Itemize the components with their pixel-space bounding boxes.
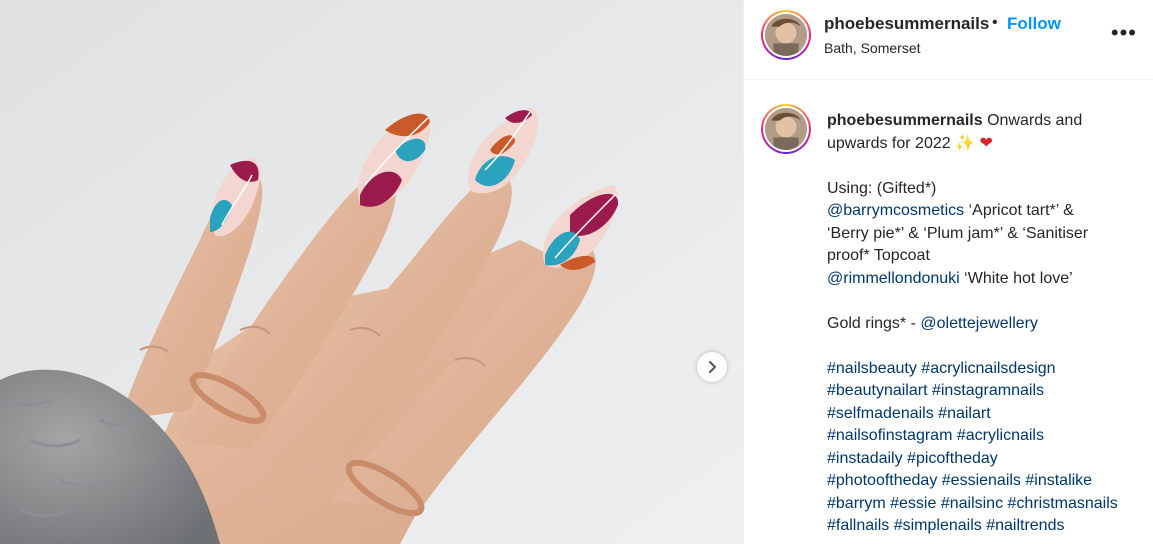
caption-using: Using: (Gifted*) [827,179,937,197]
hashtag-line[interactable]: #nailsofinstagram #acrylicnails [827,425,1127,448]
nails-photo [0,0,743,544]
hashtag-line[interactable]: #instadaily #picoftheday [827,448,1127,471]
hashtag-line[interactable]: #barrym #essie #nailsinc #christmasnails [827,493,1127,516]
instagram-post: phoebesummernails • Follow Bath, Somerse… [0,0,1153,544]
hashtag-line[interactable]: #selfmadenails #nailart [827,403,1127,426]
hashtag-line[interactable]: #photooftheday #essienails #instalike [827,470,1127,493]
hashtag-line[interactable]: #fallnails #simplenails #nailtrends [827,515,1127,538]
hashtag-line[interactable]: #beautynailart #instagramnails [827,380,1127,403]
caption-apricot: ‘Apricot tart*’ & [964,202,1074,219]
heart-emoji-icon: ❤ [979,134,993,152]
separator-dot: • [992,14,998,31]
caption-username[interactable]: phoebesummernails [827,112,983,129]
username[interactable]: phoebesummernails [824,14,989,34]
hashtag-line[interactable]: #nailsbeauty #acrylicnailsdesign [827,358,1127,381]
caption-white-hot: ‘White hot love’ [959,269,1073,287]
mention-rimmellondonuki[interactable]: @rimmellondonuki [827,270,960,287]
caption-proof: proof* Topcoat [827,247,930,264]
caption-intro: Onwards and [987,112,1083,129]
next-photo-button[interactable] [697,352,727,382]
profile-photo [765,108,807,150]
profile-photo [765,14,807,56]
caption-avatar[interactable] [761,104,811,154]
location-link[interactable]: Bath, Somerset [824,40,921,56]
post-photo[interactable] [0,0,743,544]
caption-line-2: upwards for 2022 ✨ [827,134,975,152]
avatar[interactable] [761,10,811,60]
post-sidebar: phoebesummernails • Follow Bath, Somerse… [743,0,1153,544]
mention-barrymcosmetics[interactable]: @barrymcosmetics [827,202,964,219]
caption-text: phoebesummernails Onwards and upwards fo… [827,110,1127,538]
caption-berry: ‘Berry pie*’ & ‘Plum jam*’ & ‘Sanitiser [827,224,1089,242]
post-header: phoebesummernails • Follow Bath, Somerse… [744,0,1153,80]
more-options-icon[interactable]: ••• [1111,22,1137,44]
chevron-right-icon [709,361,716,373]
mention-olettejewellery[interactable]: @olettejewellery [920,315,1038,332]
caption-gold: Gold rings* - [827,314,921,332]
follow-button[interactable]: Follow [1007,14,1061,34]
